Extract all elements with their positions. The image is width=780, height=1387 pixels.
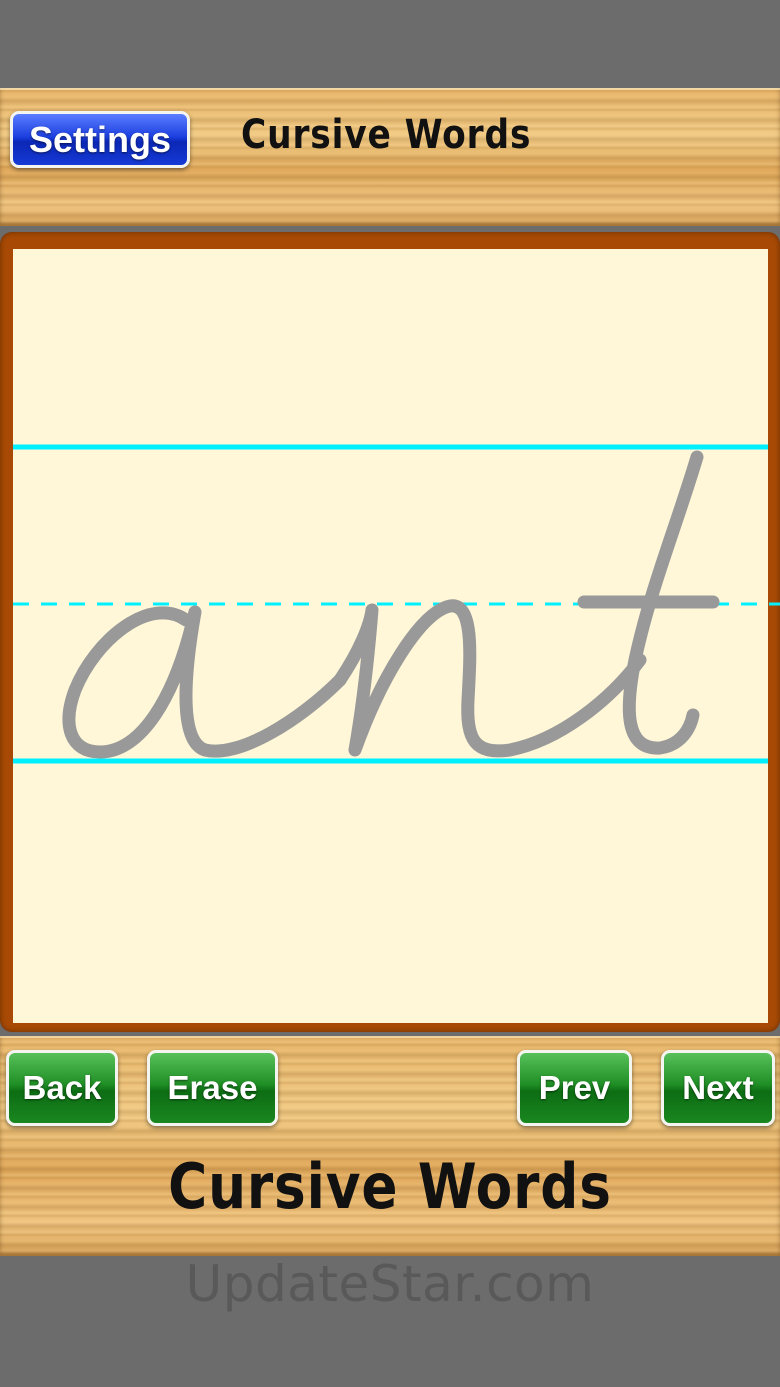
letter-a-stroke [62,605,347,759]
erase-button[interactable]: Erase [147,1050,278,1126]
footer-title: Cursive Words [168,1150,612,1223]
back-button[interactable]: Back [6,1050,118,1126]
prev-button[interactable]: Prev [517,1050,632,1126]
letter-n-stroke [333,599,647,758]
watermark-text: UpdateStar.com [185,1255,595,1313]
next-button[interactable]: Next [661,1050,775,1126]
